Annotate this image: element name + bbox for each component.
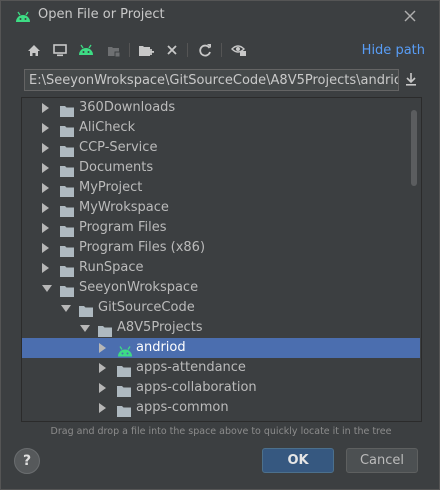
chevron-right-icon[interactable] — [42, 103, 49, 113]
chevron-right-icon[interactable] — [42, 203, 49, 213]
tree-item-label: apps-common — [136, 400, 229, 415]
hide-path-link[interactable]: Hide path — [362, 43, 425, 58]
folder-icon — [79, 302, 93, 317]
chevron-right-icon[interactable] — [42, 123, 49, 133]
tree-item-label: SeeyonWrokspace — [79, 280, 199, 295]
tree-row[interactable]: apps-common — [22, 398, 420, 418]
tree-row[interactable]: GitSourceCode — [22, 298, 420, 318]
tree-item-label: Documents — [79, 160, 154, 175]
module-icon[interactable] — [105, 41, 123, 59]
home-icon[interactable] — [25, 41, 43, 59]
tree-item-label: CCP-Service — [79, 140, 158, 155]
folder-icon — [98, 322, 112, 337]
folder-icon — [60, 102, 74, 117]
delete-icon[interactable] — [163, 41, 181, 59]
tree-row[interactable]: AliCheck — [22, 118, 420, 138]
tree-row[interactable]: CCP-Service — [22, 138, 420, 158]
path-input[interactable]: E:\SeeyonWrokspace\GitSourceCode\A8V5Pro… — [24, 69, 399, 91]
folder-icon — [60, 142, 74, 157]
refresh-icon[interactable] — [196, 41, 214, 59]
chevron-right-icon[interactable] — [99, 363, 106, 373]
tree-row[interactable]: MyWrokspace — [22, 198, 420, 218]
toolbar: Hide path — [25, 41, 425, 61]
open-file-dialog: Open File or Project Hide path E:\Seeyon… — [0, 0, 440, 490]
tree-item-label: MyWrokspace — [79, 200, 169, 215]
close-icon[interactable] — [403, 8, 417, 22]
cancel-button[interactable]: Cancel — [346, 448, 418, 473]
chevron-right-icon[interactable] — [99, 403, 106, 413]
tree-row[interactable]: andriod — [22, 338, 420, 358]
folder-icon — [60, 182, 74, 197]
desktop-icon[interactable] — [51, 41, 69, 59]
tree-item-label: andriod — [136, 340, 186, 355]
tree-row[interactable]: SeeyonWrokspace — [22, 278, 420, 298]
chevron-down-icon[interactable] — [61, 305, 71, 312]
folder-icon — [60, 222, 74, 237]
download-icon[interactable] — [403, 71, 421, 89]
tree-item-label: Program Files — [79, 220, 167, 235]
tree-item-label: apps-collaboration — [136, 380, 257, 395]
chevron-right-icon[interactable] — [99, 383, 106, 393]
tree-row[interactable]: RunSpace — [22, 258, 420, 278]
tree-item-label: apps-attendance — [136, 360, 246, 375]
tree-item-label: GitSourceCode — [98, 300, 195, 315]
tree-row[interactable]: apps-collaboration — [22, 378, 420, 398]
chevron-right-icon[interactable] — [42, 263, 49, 273]
tree-row[interactable]: apps-attendance — [22, 358, 420, 378]
chevron-right-icon[interactable] — [42, 143, 49, 153]
android-project-icon[interactable] — [77, 41, 95, 59]
tree-row[interactable]: Program Files (x86) — [22, 238, 420, 258]
tree-item-label: MyProject — [79, 180, 143, 195]
ok-button[interactable]: OK — [262, 448, 334, 473]
scrollbar-thumb[interactable] — [411, 110, 417, 186]
title-bar: Open File or Project — [1, 1, 439, 31]
help-button[interactable]: ? — [14, 448, 40, 474]
tree-item-label: 360Downloads — [79, 100, 176, 115]
folder-icon — [60, 162, 74, 177]
folder-icon — [117, 382, 131, 397]
chevron-right-icon[interactable] — [42, 243, 49, 253]
tree-row[interactable]: Program Files — [22, 218, 420, 238]
android-module-icon — [117, 342, 132, 357]
chevron-right-icon[interactable] — [42, 223, 49, 233]
folder-icon — [60, 262, 74, 277]
folder-icon — [60, 122, 74, 137]
tree-row[interactable]: Documents — [22, 158, 420, 178]
tree-item-label: A8V5Projects — [117, 320, 203, 335]
dialog-title: Open File or Project — [38, 7, 165, 22]
tree-row[interactable]: MyProject — [22, 178, 420, 198]
file-tree[interactable]: apps-common apps-collaboration apps-attend… — [21, 97, 422, 422]
chevron-right-icon[interactable] — [99, 343, 106, 353]
folder-icon — [117, 402, 131, 417]
tree-row[interactable]: 360Downloads — [22, 98, 420, 118]
new-folder-icon[interactable] — [137, 41, 155, 59]
folder-icon — [117, 362, 131, 377]
tree-item-label: Program Files (x86) — [79, 240, 206, 255]
folder-icon — [60, 202, 74, 217]
android-logo-icon — [15, 8, 31, 27]
folder-icon — [60, 242, 74, 257]
tree-row[interactable]: A8V5Projects — [22, 318, 420, 338]
chevron-down-icon[interactable] — [80, 325, 90, 332]
show-hidden-icon[interactable] — [230, 41, 248, 59]
drag-drop-hint: Drag and drop a file into the space abov… — [50, 426, 392, 437]
chevron-right-icon[interactable] — [42, 163, 49, 173]
chevron-right-icon[interactable] — [42, 183, 49, 193]
tree-item-label: RunSpace — [79, 260, 144, 275]
folder-icon — [60, 282, 74, 297]
chevron-down-icon[interactable] — [42, 285, 52, 292]
tree-item-label: AliCheck — [79, 120, 136, 135]
